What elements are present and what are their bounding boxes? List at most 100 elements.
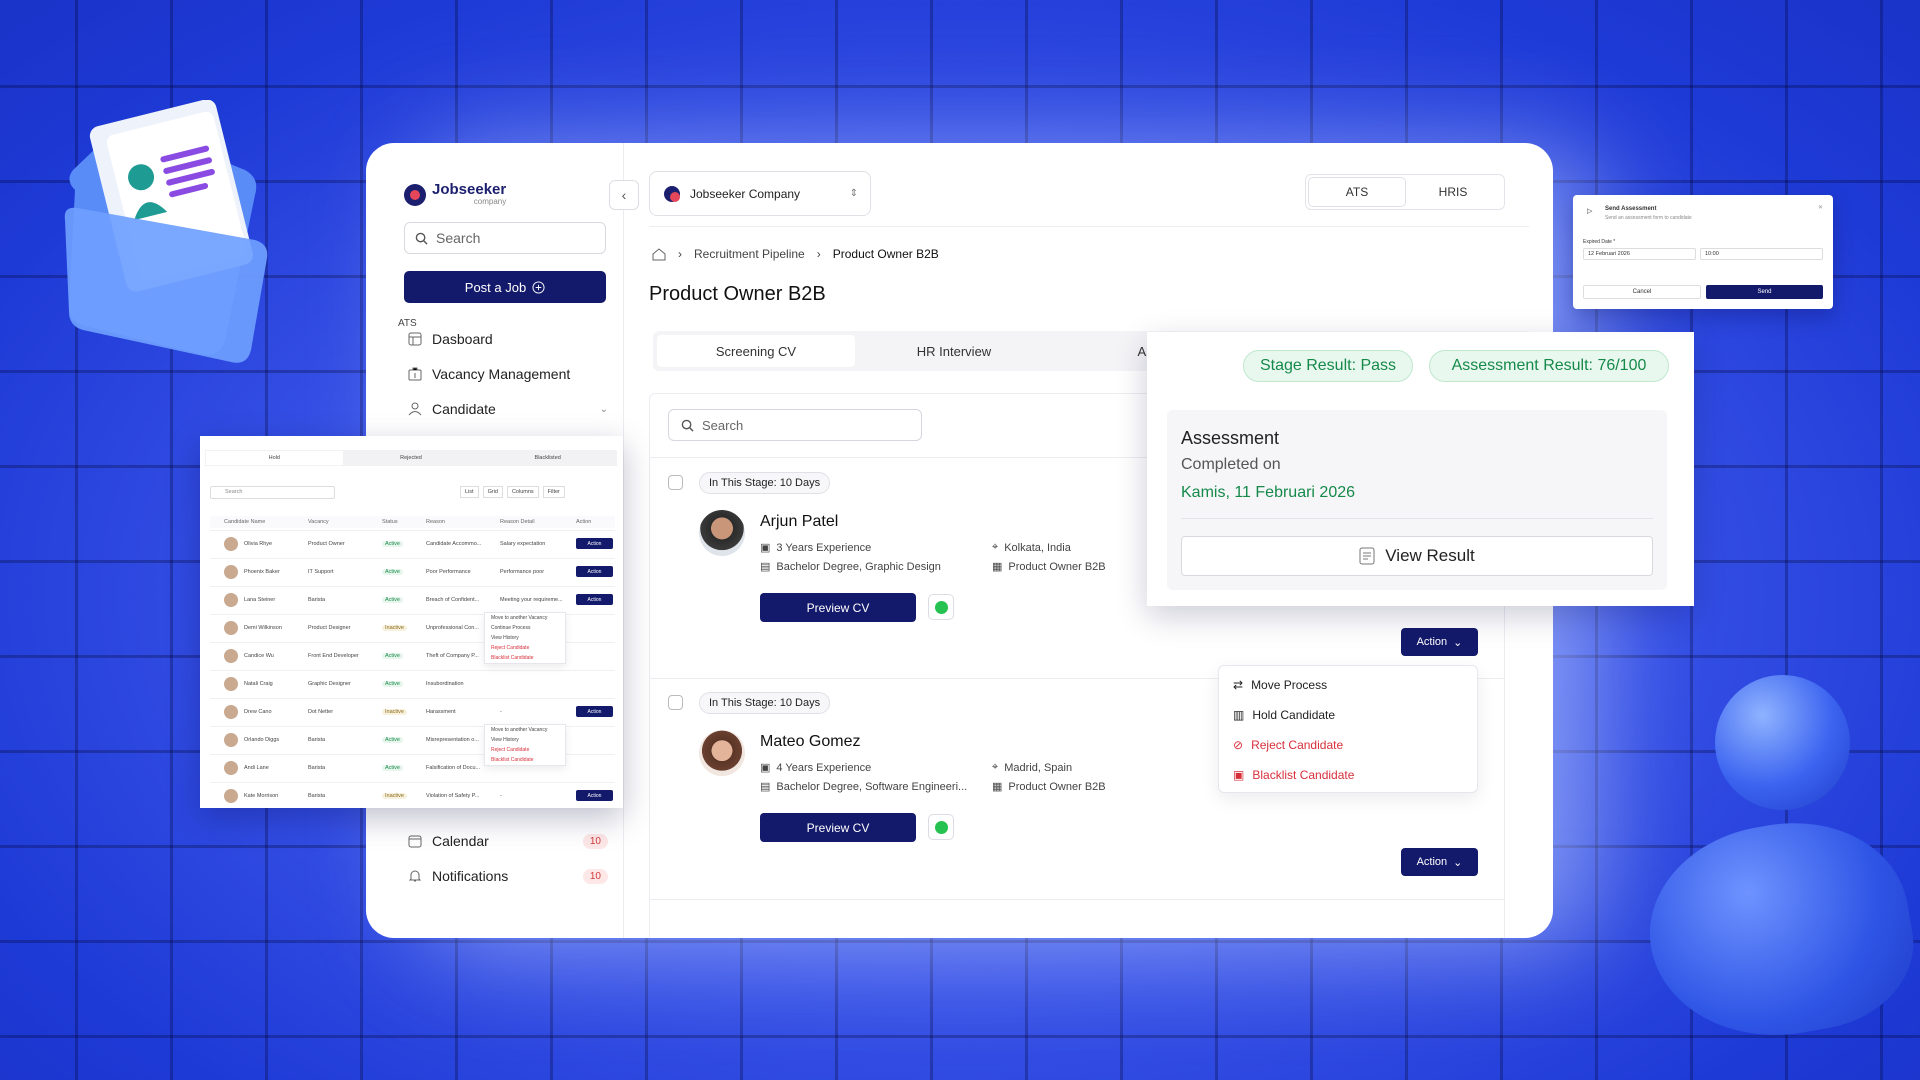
table-row: Natali Craig Graphic Designer Active Insubo… [210, 670, 615, 698]
columns-button[interactable]: Columns [506, 486, 539, 498]
row-action-button[interactable]: Action [576, 706, 613, 717]
sidebar-item-vacancy[interactable]: Vacancy Management [408, 366, 608, 382]
tab-blacklisted[interactable]: Blacklisted [479, 451, 616, 465]
experience-value: 3 Years Experience [776, 541, 872, 554]
mode-hris-tab[interactable]: HRIS [1405, 178, 1501, 206]
filter-button[interactable]: Filter [542, 486, 565, 498]
menu-item-blacklist-candidate[interactable]: ▣ Blacklist Candidate [1233, 768, 1354, 782]
whatsapp-button[interactable] [928, 594, 954, 620]
popup-item[interactable]: Reject Candidate [485, 643, 565, 653]
cell-vacancy: Dot Netter [308, 709, 334, 715]
cell-reason: Theft of Company P... [426, 653, 479, 659]
popup-item[interactable]: Blacklist Candidate [485, 755, 565, 765]
status-badge: Inactive [382, 625, 407, 631]
cancel-button[interactable]: Cancel [1583, 285, 1701, 299]
action-button[interactable]: Action ⌄ [1401, 628, 1478, 656]
list-tabs: Hold Rejected Blacklisted [205, 450, 617, 466]
breadcrumb-separator-icon: › [816, 247, 821, 261]
cell-reason: Poor Performance [426, 569, 471, 575]
preview-cv-button[interactable]: Preview CV [760, 593, 916, 622]
date-input[interactable]: 12 Februari 2026 [1583, 248, 1696, 260]
view-controls: List Grid Columns Filter [460, 486, 565, 498]
cell-reason: Unprofessional Con... [426, 625, 479, 631]
vacancy-text: ▦ Product Owner B2B [992, 560, 1106, 574]
popup-item[interactable]: Reject Candidate [485, 745, 565, 755]
popup-item[interactable]: Blacklist Candidate [485, 653, 565, 663]
location-pin-icon: ⌖ [992, 761, 999, 773]
date-value: 12 Februari 2026 [1588, 251, 1630, 257]
bell-icon [408, 870, 422, 882]
popup-item[interactable]: Move to another Vacancy [485, 725, 565, 735]
view-grid-button[interactable]: Grid [482, 486, 503, 498]
notifications-count-badge: 10 [582, 868, 608, 884]
mode-ats-tab[interactable]: ATS [1309, 178, 1405, 206]
status-badge: Active [382, 737, 403, 743]
location-text: ⌖ Kolkata, India [992, 541, 1071, 554]
send-button[interactable]: Send [1706, 285, 1823, 299]
time-input[interactable]: 10:00 [1700, 248, 1823, 260]
completed-label: Completed on [1181, 456, 1281, 473]
candidate-search-input[interactable]: Search [668, 409, 922, 441]
menu-item-hold-candidate[interactable]: ▥ Hold Candidate [1233, 708, 1335, 722]
tab-hold[interactable]: Hold [206, 451, 343, 465]
avatar [224, 677, 238, 691]
breadcrumb-pipeline-link[interactable]: Recruitment Pipeline [694, 247, 805, 261]
view-result-label: View Result [1385, 546, 1475, 565]
view-result-button[interactable]: View Result [1181, 536, 1653, 576]
stage-duration-badge: In This Stage: 10 Days [699, 472, 831, 494]
home-icon[interactable] [652, 247, 666, 261]
tab-hr-interview[interactable]: HR Interview [855, 335, 1053, 367]
cell-reason: Falsification of Docu... [426, 765, 481, 771]
sidebar-item-candidate[interactable]: Candidate ⌄ [408, 401, 608, 417]
sidebar-search-input[interactable]: Search [404, 222, 606, 254]
action-button[interactable]: Action ⌄ [1401, 848, 1478, 876]
sidebar-item-notifications[interactable]: Notifications 10 [408, 868, 608, 884]
col-reason: Reason [426, 519, 445, 525]
sidebar-section-ats: ATS [398, 318, 417, 329]
book-icon: ▤ [760, 561, 771, 573]
vacancy-text: ▦ Product Owner B2B [992, 780, 1106, 794]
view-list-button[interactable]: List [460, 486, 479, 498]
tab-screening-cv[interactable]: Screening CV [657, 335, 855, 367]
col-reason-detail: Reason Detail [500, 519, 535, 525]
modal-subtitle: Send an assessment form to candidate [1605, 215, 1692, 221]
brand-logo: Jobseeker company [404, 182, 506, 206]
experience-value: 4 Years Experience [776, 761, 872, 774]
list-search-input[interactable]: Search [210, 486, 335, 499]
preview-cv-button[interactable]: Preview CV [760, 813, 916, 842]
tab-rejected[interactable]: Rejected [343, 451, 480, 465]
menu-item-reject-candidate[interactable]: ⊘ Reject Candidate [1233, 738, 1343, 752]
col-status: Status [382, 519, 398, 525]
row-action-button[interactable]: Action [576, 594, 613, 605]
popup-item[interactable]: Continue Process [485, 623, 565, 633]
cell-name: Kate Morrison [244, 793, 279, 799]
menu-item-move-process[interactable]: ⇄ Move Process [1233, 678, 1327, 692]
post-job-button[interactable]: Post a Job [404, 271, 606, 303]
popup-item[interactable]: View History [485, 735, 565, 745]
row-action-button[interactable]: Action [576, 566, 613, 577]
row-action-button[interactable]: Action [576, 790, 613, 801]
completed-date: Kamis, 11 Februari 2026 [1181, 484, 1356, 501]
menu-label: Reject Candidate [1251, 738, 1344, 752]
briefcase-icon: ▣ [760, 762, 771, 774]
close-icon[interactable]: ✕ [1818, 204, 1823, 211]
stage-result-badge: Stage Result: Pass [1243, 350, 1413, 382]
menu-label: Move Process [1251, 678, 1328, 692]
status-badge: Inactive [382, 793, 407, 799]
chevron-left-icon: ‹ [621, 187, 627, 203]
sidebar-item-calendar[interactable]: Calendar 10 [408, 833, 608, 849]
collapse-sidebar-button[interactable]: ‹ [609, 180, 639, 210]
popup-item[interactable]: Move to another Vacancy [485, 613, 565, 623]
col-name: Candidate Name [224, 519, 266, 525]
row-action-button[interactable]: Action [576, 538, 613, 549]
sidebar-item-label: Vacancy Management [432, 366, 571, 382]
company-selector[interactable]: Jobseeker Company ⇕ [649, 171, 871, 216]
popup-item[interactable]: View History [485, 633, 565, 643]
table-row: Olivia Rhye Product Owner Active Candidate … [210, 530, 615, 558]
calendar-icon [408, 835, 422, 848]
sidebar-item-dashboard[interactable]: Dasboard [408, 331, 608, 347]
send-assessment-modal: ▷ Send Assessment Send an assessment for… [1573, 195, 1833, 309]
candidate-checkbox[interactable] [668, 695, 683, 710]
whatsapp-button[interactable] [928, 814, 954, 840]
candidate-checkbox[interactable] [668, 475, 683, 490]
